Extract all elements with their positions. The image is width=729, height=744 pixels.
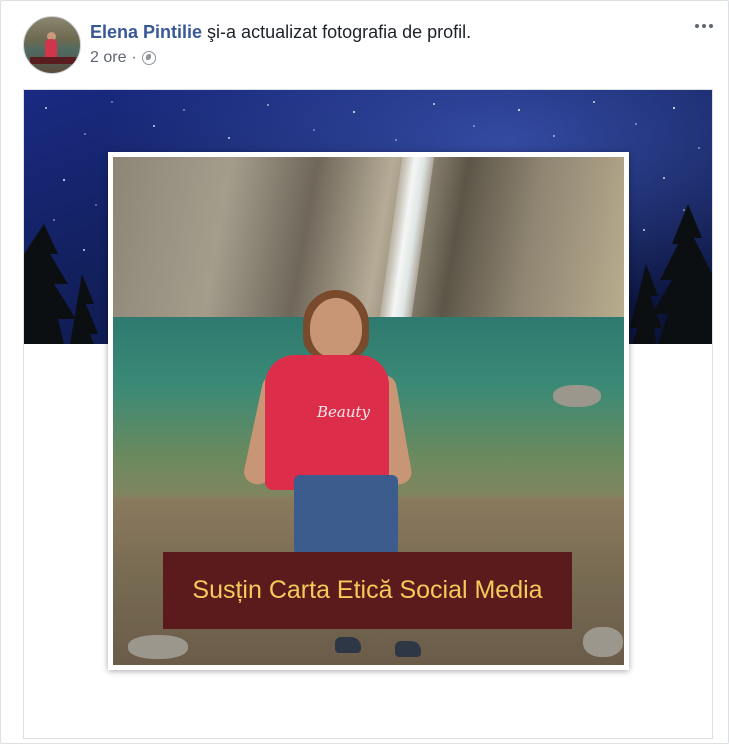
shoe	[395, 641, 421, 657]
post-media[interactable]: Beauty Susțin Carta Etică Social Media	[23, 89, 713, 739]
profile-photo-image: Beauty Susțin Carta Etică Social Media	[113, 157, 624, 665]
profile-frame-text: Susțin Carta Etică Social Media	[192, 576, 543, 604]
rock	[583, 627, 623, 657]
shirt-print: Beauty	[317, 403, 371, 421]
author-avatar[interactable]	[23, 16, 81, 74]
more-options-icon[interactable]	[691, 16, 717, 36]
dot-icon	[709, 24, 713, 28]
avatar-frame-band	[30, 57, 76, 64]
feed-post: Elena Pintilie şi-a actualizat fotografi…	[0, 0, 729, 744]
rock	[553, 385, 601, 407]
author-name-link[interactable]: Elena Pintilie	[90, 22, 202, 42]
profile-photo[interactable]: Beauty Susțin Carta Etică Social Media	[108, 152, 629, 670]
post-meta: 2 ore ·	[90, 47, 156, 69]
cliff-wall	[113, 157, 624, 322]
dot-icon	[695, 24, 699, 28]
person-jeans	[294, 475, 398, 555]
person-shirt	[265, 355, 389, 490]
tree-silhouette-left	[24, 224, 98, 344]
meta-separator: ·	[131, 49, 137, 66]
post-timestamp[interactable]: 2 ore	[90, 47, 126, 69]
person-face	[310, 298, 362, 358]
profile-frame-banner: Susțin Carta Etică Social Media	[163, 552, 572, 629]
dot-icon	[702, 24, 706, 28]
post-headline: Elena Pintilie şi-a actualizat fotografi…	[90, 20, 471, 44]
post-action-text: şi-a actualizat fotografia de profil.	[202, 22, 472, 42]
rock	[128, 635, 188, 659]
globe-icon[interactable]	[141, 51, 156, 65]
shoe	[335, 637, 361, 653]
tree-silhouette-right	[630, 204, 712, 344]
